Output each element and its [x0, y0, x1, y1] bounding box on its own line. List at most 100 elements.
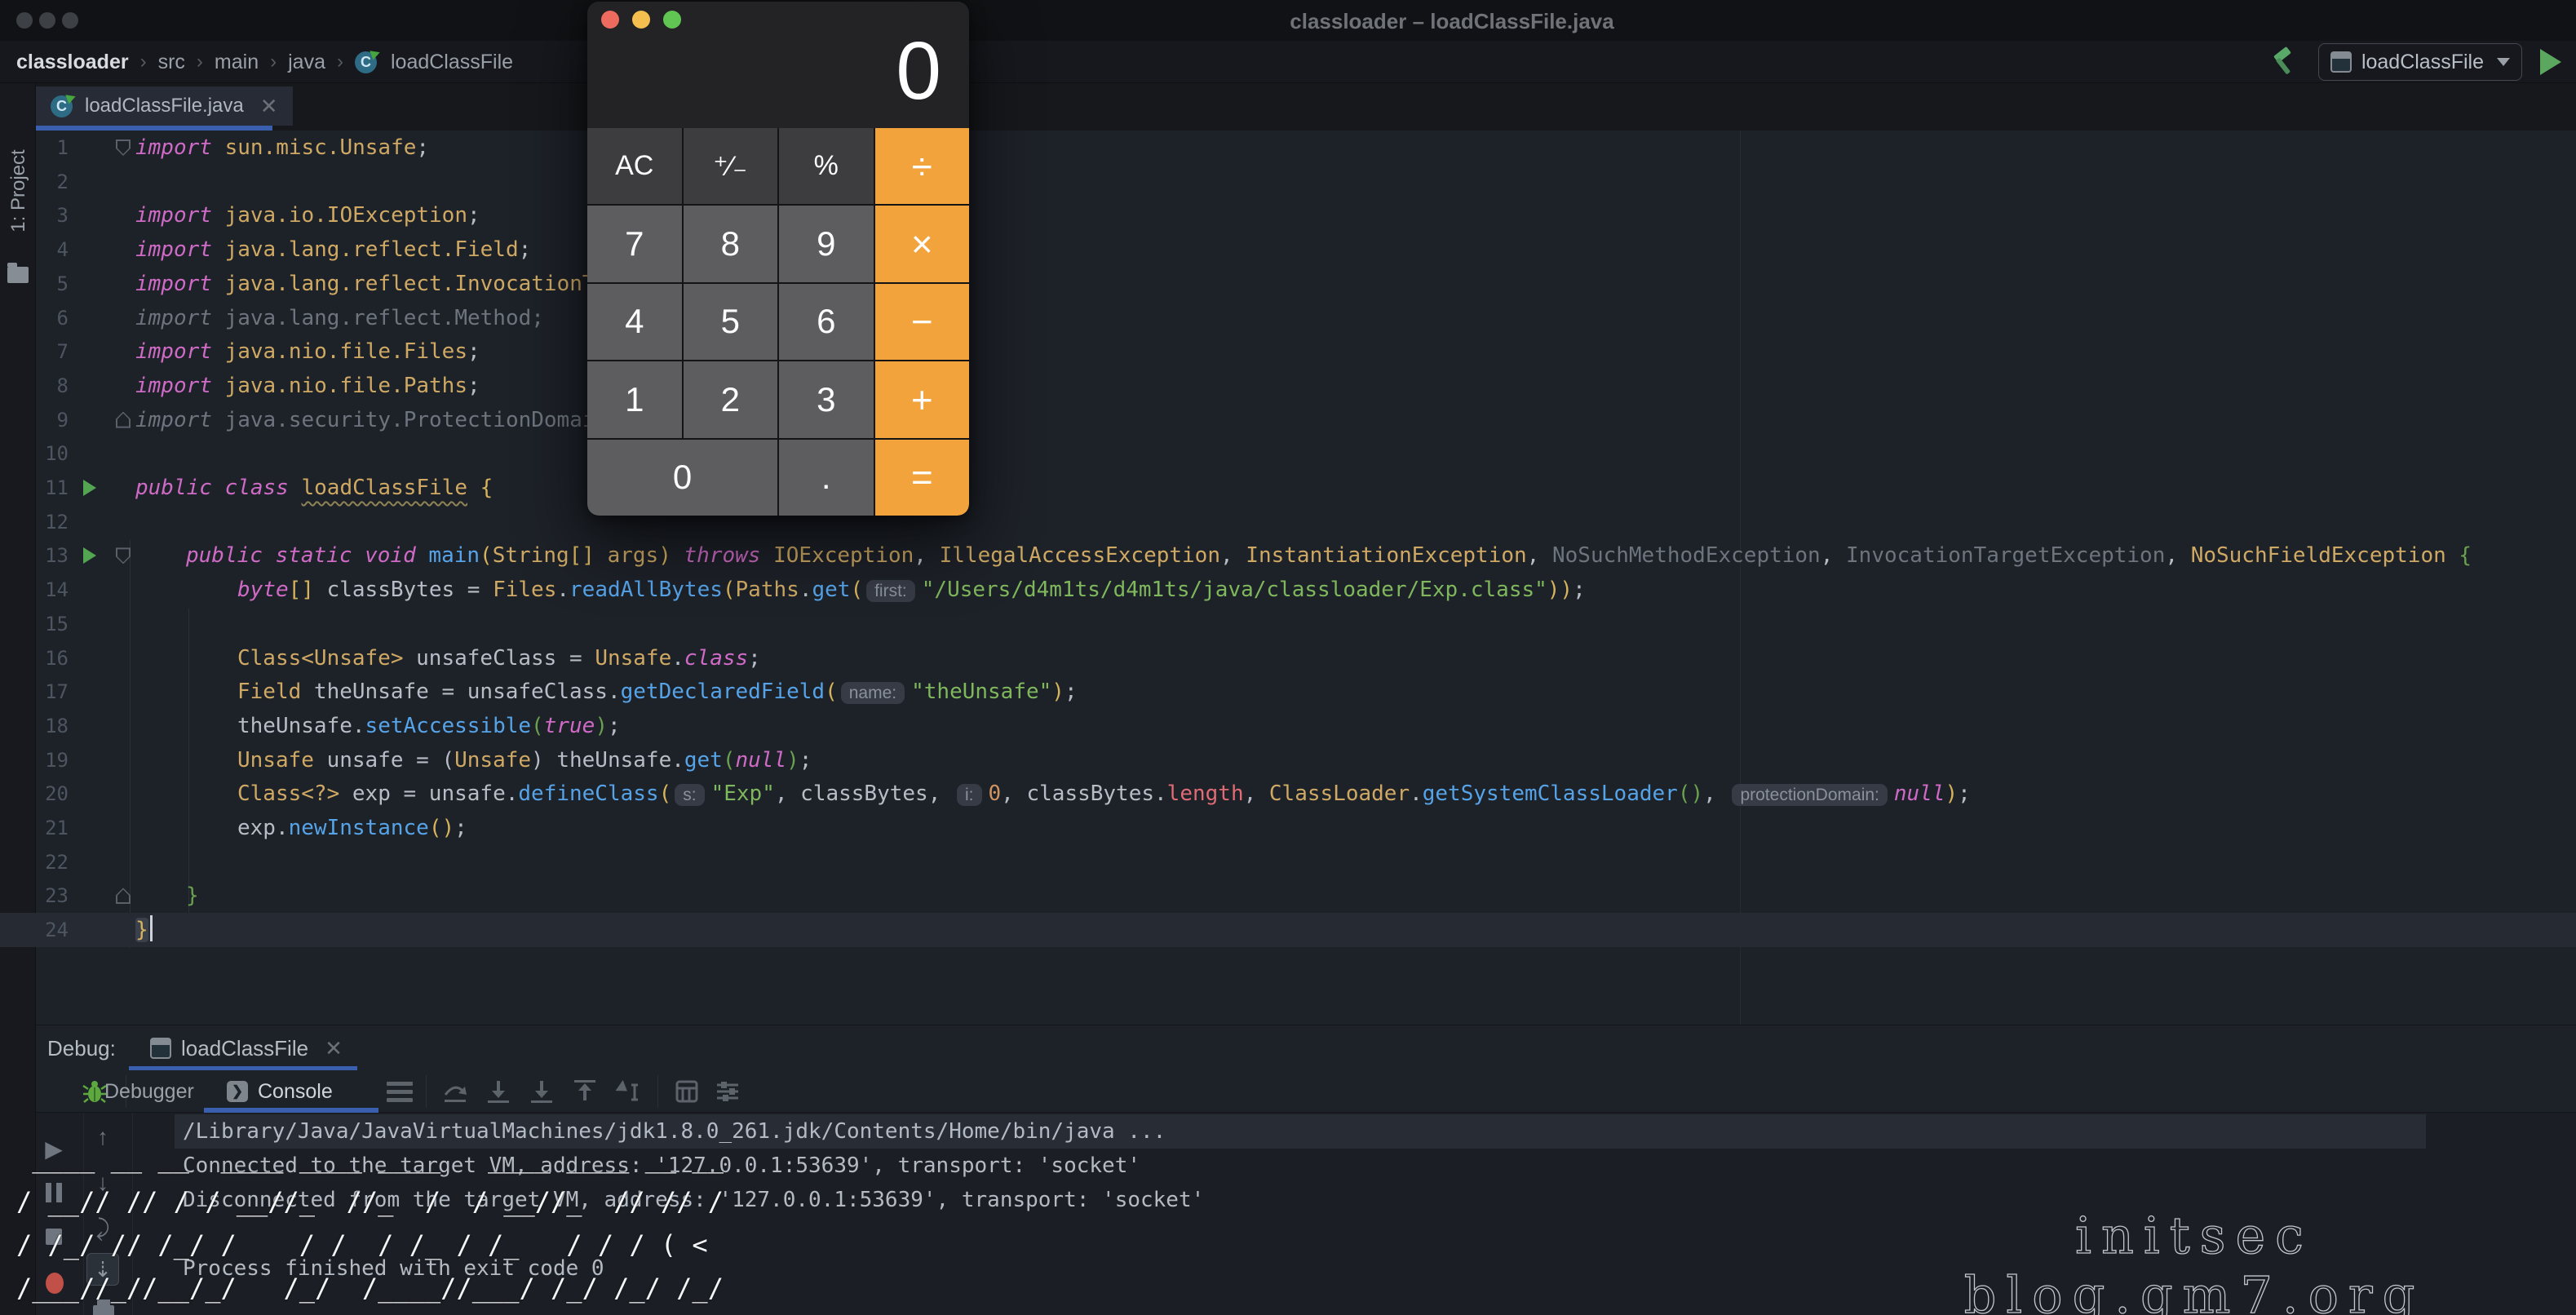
calc-button-8[interactable]: 8	[684, 206, 778, 281]
step-over-icon[interactable]	[442, 1078, 468, 1105]
calculator-window[interactable]: 0 AC⁺⁄₋%÷ 789× 456− 123+0.=	[587, 2, 969, 516]
code-text: public class loadClassFile {	[135, 471, 493, 505]
code-text: }	[135, 913, 153, 947]
debug-toolbar: Debugger ❯ Console	[36, 1070, 2576, 1113]
window-close-button[interactable]	[16, 12, 33, 29]
run-to-cursor-icon[interactable]	[615, 1078, 641, 1105]
tab-debugger[interactable]: Debugger	[104, 1070, 194, 1113]
debug-tab-close-icon[interactable]: ✕	[325, 1036, 343, 1061]
window-zoom-button[interactable]	[62, 12, 78, 29]
breadcrumb-item[interactable]: classloader	[16, 51, 129, 74]
calc-button-⁺⁄₋[interactable]: ⁺⁄₋	[684, 128, 778, 204]
line-number: 6	[0, 301, 69, 335]
breadcrumb-separator: ›	[337, 51, 343, 73]
calc-button-4[interactable]: 4	[587, 284, 682, 360]
editor-tab[interactable]: C loadClassFile.java ✕	[36, 86, 293, 126]
code-text: import java.lang.reflect.Field;	[135, 232, 531, 267]
calc-button-−[interactable]: −	[875, 284, 970, 360]
editor-tab-title: loadClassFile.java	[85, 95, 244, 117]
code-text: import java.security.ProtectionDomain;	[135, 403, 621, 437]
calc-button-2[interactable]: 2	[684, 361, 778, 437]
breadcrumb-item[interactable]: java	[288, 51, 325, 74]
ascii-art-watermark: ____ __ __ ____ ____ ____ ____ ____ __ _…	[16, 1137, 724, 1310]
breadcrumb-separator: ›	[270, 51, 277, 73]
line-number: 3	[0, 198, 69, 232]
code-text: import sun.misc.Unsafe;	[135, 131, 429, 165]
breadcrumb: classloader›src›main›java›CloadClassFile	[16, 41, 513, 83]
fold-end-icon[interactable]	[116, 412, 131, 428]
breadcrumb-item[interactable]: main	[215, 51, 259, 74]
line-number: 2	[0, 165, 69, 199]
calc-button-=[interactable]: =	[875, 440, 970, 516]
code-text: Class<?> exp = unsafe.defineClass(s:"Exp…	[237, 777, 1971, 812]
calc-button-+[interactable]: +	[875, 361, 970, 437]
line-number: 4	[0, 232, 69, 267]
code-text: import java.io.IOException;	[135, 198, 480, 232]
code-line: 21exp.newInstance();	[0, 811, 2576, 845]
code-line: 6import java.lang.reflect.Method;	[0, 301, 2576, 335]
toolbar-options-icon[interactable]	[387, 1078, 413, 1105]
code-line: 15	[0, 607, 2576, 641]
calc-button-%[interactable]: %	[779, 128, 874, 204]
calc-button-0[interactable]: 0	[587, 440, 777, 516]
fold-end-icon[interactable]	[116, 888, 131, 904]
code-line: 3 import java.io.IOException;	[0, 198, 2576, 232]
run-widget: loadClassFile	[2268, 41, 2561, 83]
run-line-icon[interactable]	[83, 480, 96, 496]
line-number: 14	[0, 573, 69, 607]
calc-button-×[interactable]: ×	[875, 206, 970, 281]
fold-start-icon[interactable]	[116, 139, 131, 156]
layout-settings-icon[interactable]	[715, 1078, 741, 1105]
calc-button-7[interactable]: 7	[587, 206, 682, 281]
line-number: 16	[0, 641, 69, 675]
calc-button-.[interactable]: .	[779, 440, 874, 516]
step-out-icon[interactable]	[572, 1078, 598, 1105]
console-tab-icon: ❯	[227, 1081, 248, 1102]
code-text: theUnsafe.setAccessible(true);	[237, 709, 621, 743]
calc-button-÷[interactable]: ÷	[875, 128, 970, 204]
run-configuration-select[interactable]: loadClassFile	[2318, 43, 2522, 81]
breadcrumb-separator: ›	[197, 51, 203, 73]
breadcrumb-item[interactable]: src	[158, 51, 185, 74]
calc-button-5[interactable]: 5	[684, 284, 778, 360]
force-step-into-icon[interactable]	[529, 1078, 555, 1105]
debug-session-tab[interactable]: loadClassFile ✕	[139, 1030, 354, 1066]
calc-button-1[interactable]: 1	[587, 361, 682, 437]
line-number: 18	[0, 709, 69, 743]
run-button[interactable]	[2540, 49, 2561, 75]
code-line: 4 import java.lang.reflect.Field;	[0, 232, 2576, 267]
code-editor[interactable]: 1import sun.misc.Unsafe;23import java.io…	[0, 131, 2576, 1025]
calc-button-3[interactable]: 3	[779, 361, 874, 437]
evaluate-expression-icon[interactable]	[674, 1078, 700, 1105]
window-title: classloader – loadClassFile.java	[1126, 9, 1778, 34]
calc-button-9[interactable]: 9	[779, 206, 874, 281]
breadcrumb-separator: ›	[140, 51, 147, 73]
tab-close-icon[interactable]: ✕	[260, 94, 278, 119]
calculator-keypad: AC⁺⁄₋%÷ 789× 456− 123+0.=	[587, 128, 969, 516]
build-hammer-icon[interactable]	[2268, 46, 2300, 78]
screen: classloader – loadClassFile.java classlo…	[0, 0, 2576, 1315]
fold-start-icon[interactable]	[116, 547, 131, 564]
run-line-icon[interactable]	[83, 547, 96, 564]
calc-button-6[interactable]: 6	[779, 284, 874, 360]
ide-titlebar: classloader – loadClassFile.java	[0, 0, 2576, 41]
code-text: }	[186, 879, 199, 913]
code-line: 1import sun.misc.Unsafe;	[0, 131, 2576, 165]
tab-console[interactable]: ❯ Console	[227, 1070, 333, 1113]
breadcrumb-item[interactable]: loadClassFile	[391, 51, 513, 74]
chevron-down-icon	[2497, 58, 2510, 66]
calculator-display: 0	[615, 24, 941, 118]
text-caret	[150, 915, 153, 941]
debug-session-name: loadClassFile	[181, 1036, 308, 1061]
code-text: exp.newInstance();	[237, 811, 467, 845]
step-into-icon[interactable]	[485, 1078, 511, 1105]
toolbar-separator	[426, 1075, 427, 1108]
window-minimize-button[interactable]	[39, 12, 55, 29]
calc-button-AC[interactable]: AC	[587, 128, 682, 204]
line-number: 5	[0, 267, 69, 301]
code-line: 5import java.lang.reflect.InvocationTarg…	[0, 267, 2576, 301]
editor-tab-bar: C loadClassFile.java ✕	[36, 83, 2576, 131]
debug-panel-label: Debug:	[47, 1036, 116, 1061]
code-line: 11public class loadClassFile {	[0, 471, 2576, 505]
code-line: 22	[0, 845, 2576, 879]
